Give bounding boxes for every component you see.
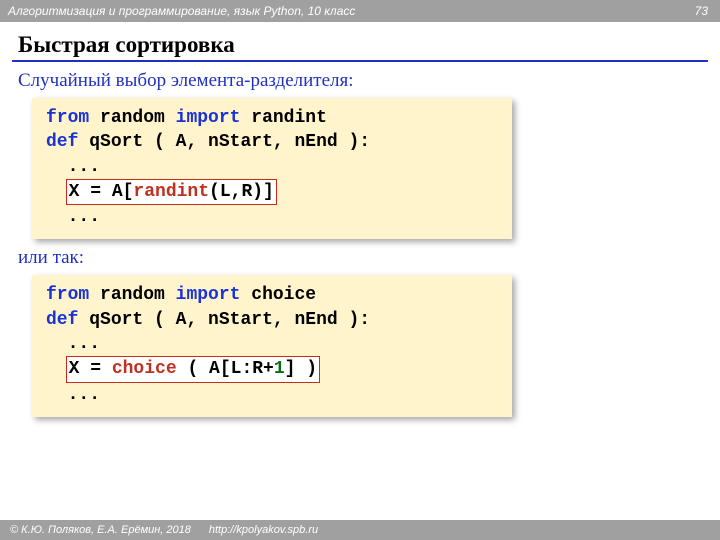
- header-bar: Алгоритмизация и программирование, язык …: [0, 0, 720, 22]
- func-name: qSort: [89, 310, 143, 330]
- section-heading-1: Случайный выбор элемента-разделителя:: [18, 70, 720, 92]
- slice-close: ] ): [285, 359, 317, 379]
- highlight-line-1: X = A[randint(L,R)]: [66, 179, 277, 205]
- header-subject: Алгоритмизация и программирование, язык …: [8, 4, 355, 18]
- slice-open: ( A[L:R+: [177, 359, 274, 379]
- call-choice: choice: [112, 359, 177, 379]
- kw-import: import: [176, 285, 241, 305]
- highlight-line-2: X = choice ( A[L:R+1] ): [66, 356, 320, 382]
- kw-from: from: [46, 285, 89, 305]
- ellipsis: ...: [68, 334, 100, 354]
- import-name: randint: [251, 108, 327, 128]
- kw-from: from: [46, 108, 89, 128]
- ellipsis: ...: [68, 157, 100, 177]
- kw-import: import: [176, 108, 241, 128]
- copyright-text: © К.Ю. Поляков, Е.А. Ерёмин, 2018: [10, 524, 191, 536]
- ellipsis: ...: [68, 385, 100, 405]
- xeq: X = A[: [69, 182, 134, 202]
- params: ( A, nStart, nEnd ):: [154, 310, 370, 330]
- literal-one: 1: [274, 359, 285, 379]
- import-name: choice: [251, 285, 316, 305]
- module-name: random: [100, 285, 165, 305]
- page-number: 73: [695, 4, 708, 18]
- kw-def: def: [46, 132, 78, 152]
- footer-url: http://kpolyakov.spb.ru: [209, 524, 318, 536]
- func-name: qSort: [89, 132, 143, 152]
- code-block-2: from random import choice def qSort ( A,…: [32, 275, 512, 416]
- section-heading-2: или так:: [18, 247, 720, 269]
- module-name: random: [100, 108, 165, 128]
- call-randint: randint: [133, 182, 209, 202]
- ellipsis: ...: [68, 207, 100, 227]
- title-rule: [12, 60, 708, 62]
- code-block-1: from random import randint def qSort ( A…: [32, 98, 512, 239]
- params: ( A, nStart, nEnd ):: [154, 132, 370, 152]
- kw-def: def: [46, 310, 78, 330]
- call-args: (L,R)]: [209, 182, 274, 202]
- xeq: X =: [69, 359, 112, 379]
- footer-bar: © К.Ю. Поляков, Е.А. Ерёмин, 2018 http:/…: [0, 520, 720, 540]
- page-title: Быстрая сортировка: [18, 32, 720, 58]
